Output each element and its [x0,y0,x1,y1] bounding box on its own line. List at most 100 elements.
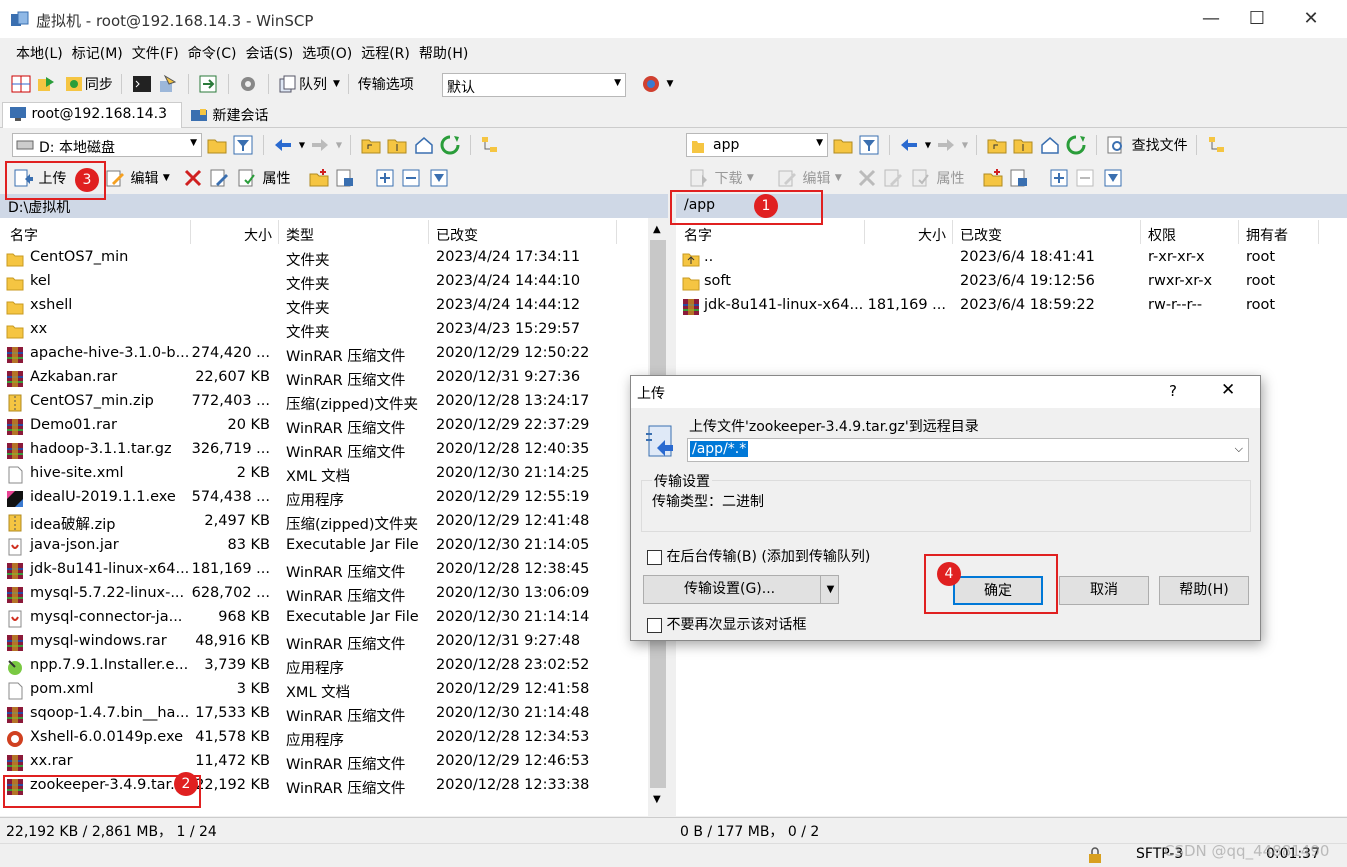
menu-mark[interactable]: 标记(M) [72,40,123,63]
scroll-up-icon[interactable]: ▲ [653,224,661,235]
column-divider[interactable] [1238,220,1239,244]
local-drive-select[interactable]: D: 本地磁盘 ▼ [12,133,202,157]
table-row[interactable]: CentOS7_min 文件夹 2023/4/24 17:34:11 [0,246,648,270]
table-row[interactable]: mysql-5.7.22-linux-... 628,702 ... WinRAR … [0,582,648,606]
local-file-panel[interactable]: 名字 大小 类型 已改变 CentOS7_min 文件夹 2023/4/24 17:… [0,218,668,816]
delete-icon[interactable] [182,167,204,189]
shortcut-icon[interactable] [1008,167,1030,189]
table-row[interactable]: kel 文件夹 2023/4/24 14:44:10 [0,270,648,294]
queue-button[interactable]: 队列 ▼ [277,75,340,93]
tree-view-icon[interactable] [1206,134,1228,156]
col-type[interactable]: 类型 [286,225,314,245]
putty-icon[interactable] [157,73,179,95]
column-divider[interactable] [1318,220,1319,244]
sync-button[interactable]: 同步 [63,76,113,93]
background-transfer-checkbox[interactable]: 在后台传输(B) (添加到传输队列) [647,546,870,566]
column-divider[interactable] [616,220,617,244]
table-row[interactable]: jdk-8u141-linux-x64... 181,169 ... 2023/6/… [676,294,1336,318]
table-row[interactable]: Demo01.rar 20 KB WinRAR 压缩文件 2020/12/29 22:… [0,414,648,438]
cancel-button[interactable]: 取消 [1059,576,1149,605]
dialog-close-button[interactable]: ✕ [1221,380,1235,400]
open-folder-icon[interactable] [832,134,854,156]
home-icon[interactable] [413,134,435,156]
column-divider[interactable] [952,220,953,244]
new-folder-icon[interactable] [982,167,1004,189]
table-row[interactable]: .. 2023/6/4 18:41:41 r-xr-xr-x root [676,246,1336,270]
table-row[interactable]: sqoop-1.4.7.bin__ha... 17,533 KB WinRAR 压缩… [0,702,648,726]
col-size[interactable]: 大小 [244,225,272,245]
column-divider[interactable] [864,220,865,244]
edit-button[interactable]: 编辑 ▼ [104,167,170,189]
find-files-button[interactable]: 查找文件 [1105,136,1192,154]
column-divider[interactable] [428,220,429,244]
menu-file[interactable]: 文件(F) [132,40,179,63]
parent-dir-icon[interactable] [986,134,1008,156]
col-name[interactable]: 名字 [684,225,712,245]
menu-session[interactable]: 会话(S) [245,40,293,63]
dialog-help-button[interactable]: ? [1169,382,1177,400]
back-dropdown-icon[interactable]: ▼ [299,141,305,150]
column-divider[interactable] [1140,220,1141,244]
table-row[interactable]: hadoop-3.1.1.tar.gz 326,719 ... WinRAR 压缩文… [0,438,648,462]
select-minus-icon[interactable] [400,167,422,189]
reconnect-icon[interactable] [640,73,662,95]
col-rights[interactable]: 权限 [1148,225,1176,245]
reconnect-dropdown-icon[interactable]: ▼ [666,79,673,89]
table-row[interactable]: java-json.jar 83 KB Executable Jar File 202… [0,534,648,558]
back-arrow-icon[interactable] [898,134,920,156]
minimize-button[interactable]: — [1188,0,1234,38]
help-button[interactable]: 帮助(H) [1159,576,1249,605]
filter-select-icon[interactable] [1102,167,1124,189]
col-size[interactable]: 大小 [918,225,946,245]
menu-options[interactable]: 选项(O) [302,40,352,63]
filter-icon[interactable] [858,134,880,156]
parent-dir-icon[interactable] [360,134,382,156]
menu-commands[interactable]: 命令(C) [188,40,237,63]
table-row[interactable]: npp.7.9.1.Installer.e... 3,739 KB 应用程序 2020… [0,654,648,678]
filter-icon[interactable] [232,134,254,156]
filter-select-icon[interactable] [428,167,450,189]
table-row[interactable]: idealU-2019.1.1.exe 574,438 ... 应用程序 2020/1… [0,486,648,510]
rename-icon[interactable] [208,167,230,189]
table-row[interactable]: jdk-8u141-linux-x64... 181,169 ... WinRAR … [0,558,648,582]
col-owner[interactable]: 拥有者 [1246,225,1288,245]
column-divider[interactable] [190,220,191,244]
tab-session[interactable]: root@192.168.14.3 [2,102,182,128]
menu-local[interactable]: 本地(L) [16,40,63,63]
table-row[interactable]: CentOS7_min.zip 772,403 ... 压缩(zipped)文件夹 2… [0,390,648,414]
table-row[interactable]: Azkaban.rar 22,607 KB WinRAR 压缩文件 2020/12/3… [0,366,648,390]
refresh-icon[interactable] [439,134,461,156]
select-plus-icon[interactable] [374,167,396,189]
terminal-icon[interactable] [131,73,153,95]
tree-view-icon[interactable] [479,134,501,156]
root-dir-icon[interactable] [386,134,408,156]
menu-help[interactable]: 帮助(H) [419,40,468,63]
properties-button[interactable]: 属性 [236,167,290,189]
back-arrow-icon[interactable] [272,134,294,156]
transfer-options-select[interactable]: 默认 ▼ [442,73,626,97]
select-plus-icon[interactable] [1048,167,1070,189]
sync-browse-icon[interactable] [36,73,58,95]
table-row[interactable]: xx.rar 11,472 KB WinRAR 压缩文件 2020/12/29 12:… [0,750,648,774]
compare-dirs-icon[interactable] [10,73,32,95]
table-row[interactable]: idea破解.zip 2,497 KB 压缩(zipped)文件夹 2020/12/2… [0,510,648,534]
open-folder-icon[interactable] [206,134,228,156]
table-row[interactable]: Xshell-6.0.0149p.exe 41,578 KB 应用程序 2020/12… [0,726,648,750]
col-changed[interactable]: 已改变 [436,225,478,245]
shortcut-icon[interactable] [334,167,356,189]
table-row[interactable]: pom.xml 3 KB XML 文档 2020/12/29 12:41:58 [0,678,648,702]
table-row[interactable]: mysql-connector-ja... 968 KB Executable Ja… [0,606,648,630]
menu-remote[interactable]: 远程(R) [361,40,410,63]
dropdown-arrow-icon[interactable]: ▼ [820,576,840,603]
col-name[interactable]: 名字 [10,225,38,245]
table-row[interactable]: apache-hive-3.1.0-b... 274,420 ... WinRAR … [0,342,648,366]
chevron-down-icon[interactable]: ⌵ [1235,442,1243,456]
new-folder-icon[interactable] [308,167,330,189]
col-changed[interactable]: 已改变 [960,225,1002,245]
remote-target-input[interactable]: /app/*.* ⌵ [687,438,1249,462]
transfer-settings-button[interactable]: 传输设置(G)... ▼ [643,575,839,604]
maximize-button[interactable]: ☐ [1234,0,1280,38]
window-swap-icon[interactable] [197,73,219,95]
tab-new-session[interactable]: 新建会话 [184,102,284,128]
column-divider[interactable] [278,220,279,244]
